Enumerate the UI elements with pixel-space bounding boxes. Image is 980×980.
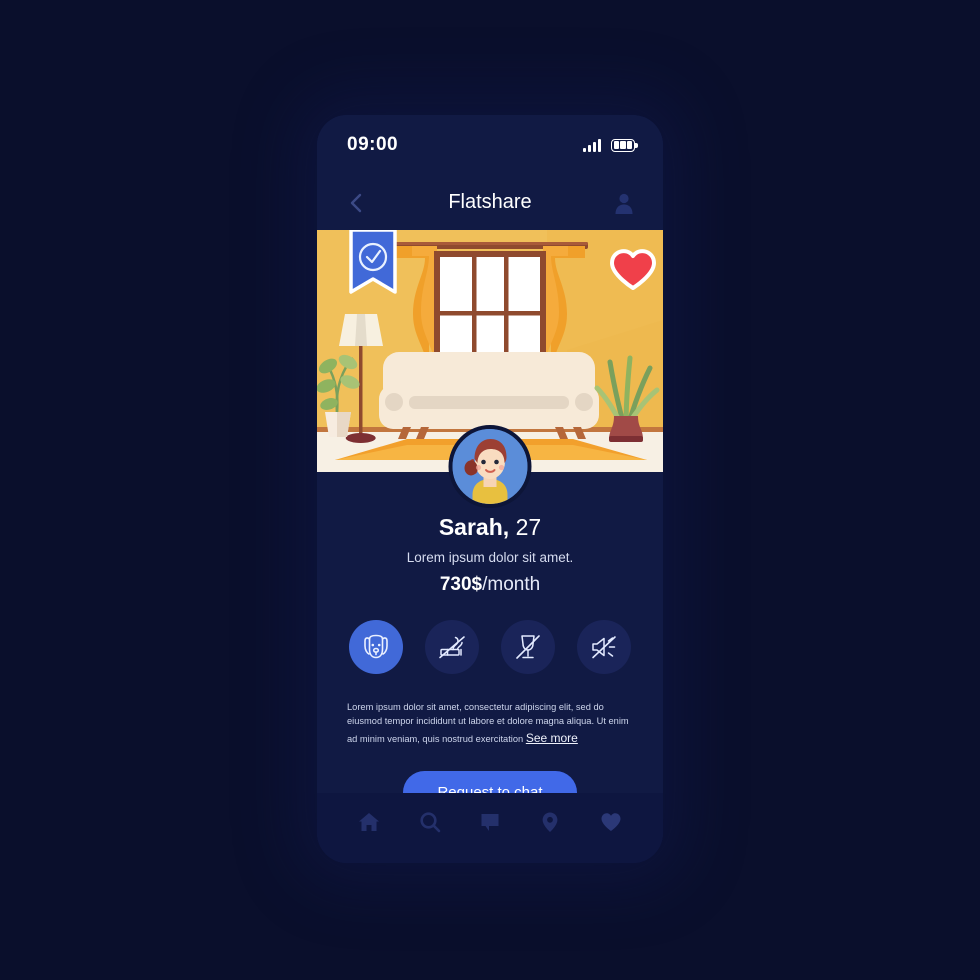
avatar	[448, 425, 532, 508]
no-noise-icon	[592, 636, 616, 659]
amenity-no-smoking[interactable]	[425, 620, 479, 674]
nav-item-search[interactable]	[413, 805, 447, 839]
signal-bars-icon	[583, 138, 601, 152]
status-bar: 09:00	[317, 115, 663, 175]
price: 730$/month	[317, 574, 663, 596]
page-title: Flatshare	[448, 191, 532, 213]
nav-item-favorites[interactable]	[594, 805, 628, 839]
battery-icon	[611, 138, 638, 152]
see-more-link[interactable]: See more	[526, 731, 578, 745]
dog-face-icon	[364, 634, 388, 659]
search-icon	[419, 812, 440, 833]
profile-age: 27	[515, 514, 542, 540]
amenities-row	[317, 620, 663, 674]
phone-screen: 09:00 Flatshare Sarah, 27 Lorem ipsum do…	[317, 115, 663, 863]
nav-item-map[interactable]	[533, 805, 567, 839]
no-alcohol-icon	[516, 635, 540, 659]
status-time: 09:00	[347, 134, 399, 155]
no-smoking-icon	[439, 636, 465, 659]
nav-item-home[interactable]	[352, 805, 386, 839]
nav-item-messages[interactable]	[473, 805, 507, 839]
chevron-left-icon	[350, 193, 362, 212]
amenity-no-alcohol[interactable]	[501, 620, 555, 674]
bottom-navigation	[317, 793, 663, 863]
chat-bubble-icon	[481, 814, 499, 831]
profile-first-name: Sarah,	[438, 514, 510, 540]
profile-name: Sarah, 27	[317, 514, 663, 541]
profile-tagline: Lorem ipsum dolor sit amet.	[406, 550, 574, 565]
back-button[interactable]	[343, 190, 369, 216]
location-pin-icon	[542, 812, 558, 832]
price-period: /month	[482, 574, 541, 595]
description-body: Lorem ipsum dolor sit amet, consectetur …	[347, 702, 629, 744]
description-text: Lorem ipsum dolor sit amet, consectetur …	[347, 700, 633, 747]
app-header: Flatshare	[317, 175, 663, 230]
amenity-pet-friendly[interactable]	[349, 620, 403, 674]
person-icon	[615, 193, 633, 214]
profile-button[interactable]	[611, 190, 637, 216]
heart-icon	[601, 813, 621, 831]
price-amount: 730$	[439, 574, 483, 595]
status-indicators	[583, 138, 638, 152]
home-icon	[359, 813, 380, 831]
profile-section: Sarah, 27 Lorem ipsum dolor sit amet. 73…	[317, 425, 663, 815]
amenity-no-noise[interactable]	[577, 620, 631, 674]
user-avatar	[452, 429, 528, 504]
